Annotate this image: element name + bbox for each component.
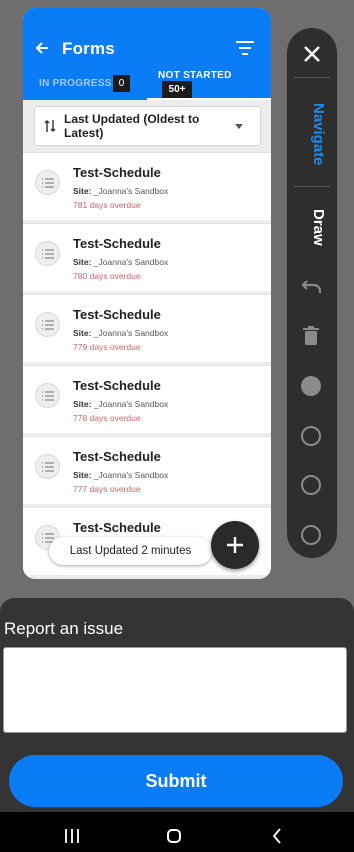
brush-size-option[interactable] bbox=[301, 426, 321, 446]
recent-apps-icon[interactable] bbox=[64, 829, 80, 843]
close-icon[interactable] bbox=[303, 45, 321, 63]
report-issue-sheet: Report an issue Submit bbox=[0, 598, 354, 814]
sort-dropdown-label: Last Updated (Oldest to Latest) bbox=[64, 112, 200, 140]
chevron-down-icon bbox=[235, 124, 243, 129]
last-updated-toast: Last Updated 2 minutes bbox=[49, 537, 212, 565]
form-title: Test-Schedule bbox=[73, 236, 161, 251]
overdue-text: 778 days overdue bbox=[73, 413, 141, 423]
home-icon[interactable] bbox=[167, 829, 181, 843]
toolbar-divider bbox=[294, 77, 330, 78]
brush-size-option[interactable] bbox=[301, 525, 321, 545]
active-tab-indicator bbox=[147, 98, 271, 100]
arrow-back-icon[interactable] bbox=[35, 41, 49, 55]
brush-size-filled-option[interactable] bbox=[301, 376, 321, 396]
form-site: Site: _Joanna's Sandbox bbox=[73, 399, 169, 409]
overdue-text: 777 days overdue bbox=[73, 484, 141, 494]
navigate-mode-button[interactable]: Navigate bbox=[297, 94, 327, 174]
form-site: Site: _Joanna's Sandbox bbox=[73, 186, 169, 196]
brush-size-option[interactable] bbox=[301, 475, 321, 495]
not-started-count-badge: 50+ bbox=[162, 81, 192, 98]
form-list-icon bbox=[35, 170, 60, 195]
tab-in-progress[interactable]: IN PROGRESS bbox=[39, 78, 112, 89]
form-list-icon bbox=[35, 454, 60, 479]
form-title: Test-Schedule bbox=[73, 307, 161, 322]
back-icon[interactable] bbox=[272, 828, 282, 844]
overdue-text: 781 days overdue bbox=[73, 200, 141, 210]
trash-icon[interactable] bbox=[303, 326, 319, 346]
plus-icon bbox=[227, 537, 243, 553]
form-list-icon bbox=[35, 241, 60, 266]
form-list-icon bbox=[35, 383, 60, 408]
tab-not-started[interactable]: NOT STARTED bbox=[158, 70, 232, 81]
form-site: Site: _Joanna's Sandbox bbox=[73, 328, 169, 338]
add-form-button[interactable] bbox=[211, 521, 259, 569]
report-issue-label: Report an issue bbox=[4, 619, 124, 638]
list-item[interactable]: Test-Schedule Site: _Joanna's Sandbox 78… bbox=[23, 152, 271, 220]
form-list-icon bbox=[35, 312, 60, 337]
form-title: Test-Schedule bbox=[73, 165, 161, 180]
overdue-text: 780 days overdue bbox=[73, 271, 141, 281]
draw-mode-button[interactable]: Draw bbox=[297, 202, 327, 252]
app-bar: Forms IN PROGRESS 0 NOT STARTED 50+ bbox=[23, 8, 271, 100]
sort-arrows-icon bbox=[44, 120, 56, 132]
toolbar-divider bbox=[294, 186, 330, 187]
undo-icon[interactable] bbox=[301, 278, 323, 296]
form-title: Test-Schedule bbox=[73, 378, 161, 393]
list-item[interactable]: Test-Schedule Site: _Joanna's Sandbox 78… bbox=[23, 223, 271, 291]
form-title: Test-Schedule bbox=[73, 520, 161, 535]
sort-dropdown[interactable]: Last Updated (Oldest to Latest) bbox=[34, 106, 261, 146]
page-title: Forms bbox=[62, 39, 115, 58]
system-nav-bar bbox=[0, 812, 354, 852]
form-title: Test-Schedule bbox=[73, 449, 161, 464]
form-site: Site: _Joanna's Sandbox bbox=[73, 470, 169, 480]
report-issue-textarea[interactable] bbox=[3, 647, 347, 733]
submit-button[interactable]: Submit bbox=[9, 755, 343, 807]
list-item[interactable]: Test-Schedule Site: _Joanna's Sandbox 77… bbox=[23, 365, 271, 433]
filter-icon[interactable] bbox=[236, 41, 254, 55]
form-site: Site: _Joanna's Sandbox bbox=[73, 257, 169, 267]
in-progress-count-badge: 0 bbox=[113, 75, 130, 92]
list-item[interactable]: Test-Schedule Site: _Joanna's Sandbox 77… bbox=[23, 294, 271, 362]
forms-screen: Forms IN PROGRESS 0 NOT STARTED 50+ Last… bbox=[23, 8, 271, 579]
list-item[interactable]: Test-Schedule Site: _Joanna's Sandbox 77… bbox=[23, 436, 271, 504]
annotation-toolbar: Navigate Draw bbox=[287, 28, 337, 558]
overdue-text: 779 days overdue bbox=[73, 342, 141, 352]
